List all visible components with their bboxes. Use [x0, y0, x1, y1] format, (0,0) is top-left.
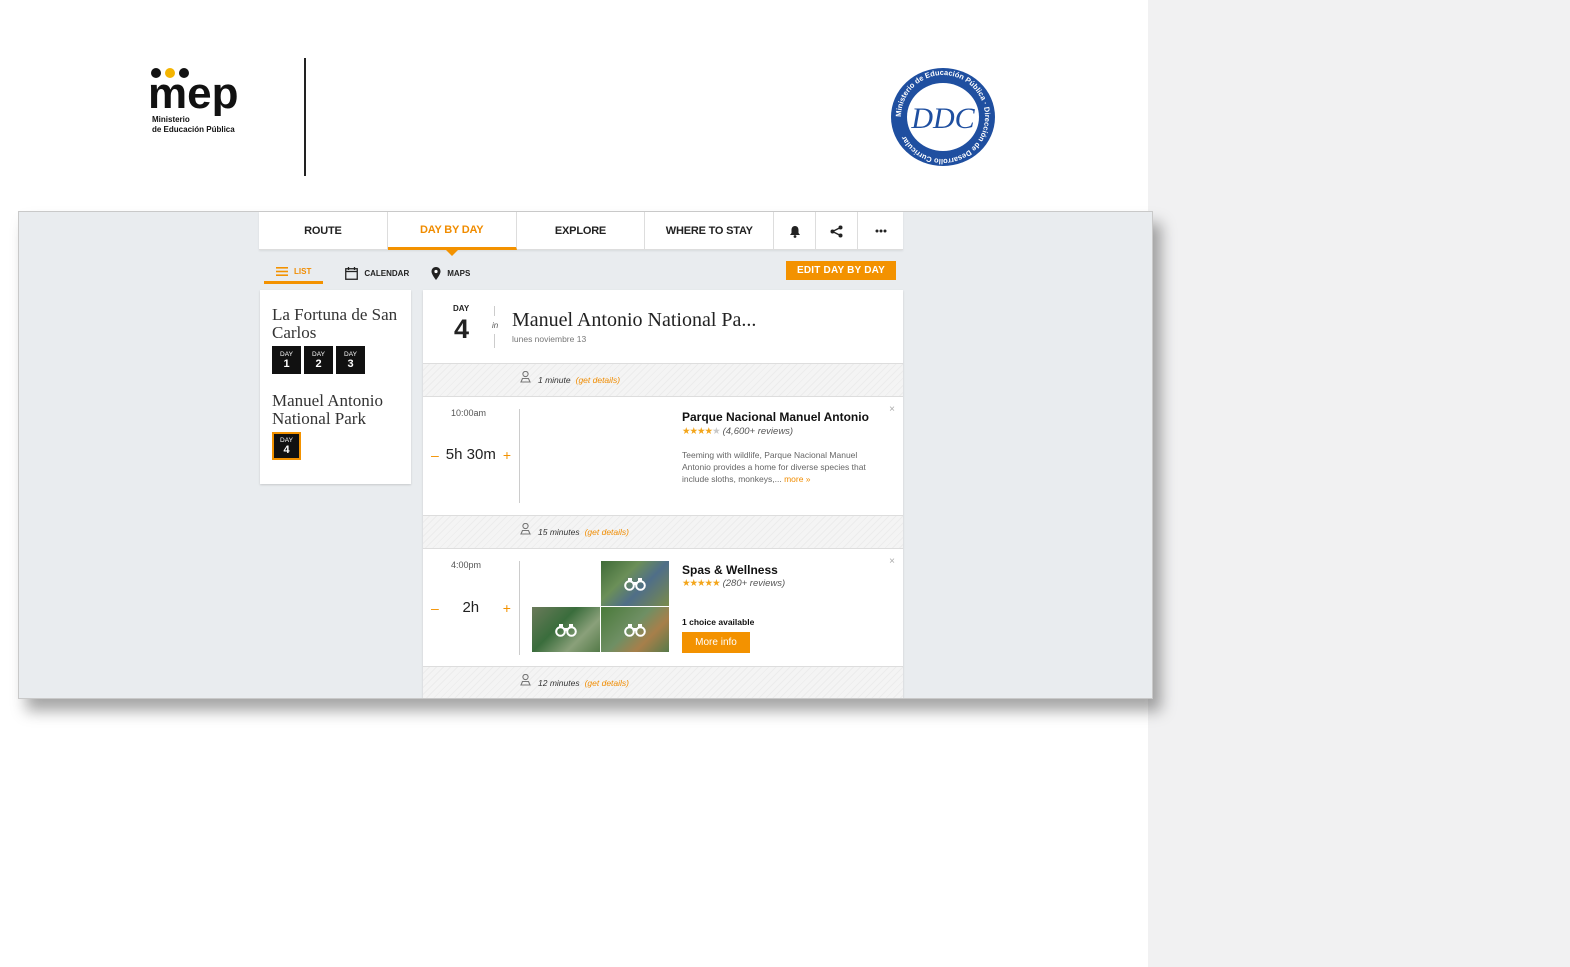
activity-divider [519, 409, 520, 503]
mep-subtitle: Ministerio de Educación Pública [152, 115, 235, 134]
mep-logo-mark: mep [148, 68, 238, 116]
view-switcher: LIST CALENDAR MAPS [264, 262, 492, 284]
get-details-link[interactable]: (get details) [585, 678, 629, 688]
day-chip-4[interactable]: DAY 4 [272, 432, 301, 460]
day-header-divider [494, 334, 495, 348]
decrease-duration-button[interactable]: – [431, 600, 439, 616]
increase-duration-button[interactable]: + [503, 447, 511, 463]
map-pin-icon [431, 266, 441, 280]
activity-rating: ★★★★★ (280+ reviews) [682, 578, 785, 589]
activity-name[interactable]: Parque Nacional Manuel Antonio [682, 410, 869, 424]
activity-card: 4:00pm – 2h + × Spas & Wellness ★★★★★ (28… [423, 549, 903, 667]
travel-time: 1 minute [538, 375, 571, 385]
activity-photo[interactable] [601, 561, 669, 606]
day-chip-1[interactable]: DAY 1 [272, 346, 301, 374]
star-rating-icon: ★★★★★ [682, 578, 721, 589]
tab-explore[interactable]: EXPLORE [517, 212, 646, 250]
view-calendar-label: CALENDAR [364, 268, 410, 278]
travel-time: 15 minutes [538, 527, 580, 537]
activity-name[interactable]: Spas & Wellness [682, 563, 778, 577]
day-in-label: in [492, 321, 499, 330]
svg-text:mep: mep [148, 69, 238, 116]
tab-route[interactable]: ROUTE [259, 212, 388, 250]
remove-activity-button[interactable]: × [889, 404, 895, 415]
right-margin-panel [1148, 0, 1570, 967]
activity-photo[interactable] [601, 607, 669, 652]
increase-duration-button[interactable]: + [503, 600, 511, 616]
travel-segment: 15 minutes (get details) [423, 516, 903, 549]
bell-icon[interactable] [774, 212, 817, 250]
tab-where-to-stay[interactable]: WHERE TO STAY [645, 212, 775, 250]
top-tab-bar: ROUTE DAY BY DAY EXPLORE WHERE TO STAY [259, 212, 903, 256]
share-icon[interactable] [816, 212, 859, 250]
view-calendar[interactable]: CALENDAR [345, 262, 409, 284]
travel-segment: 1 minute (get details) [423, 364, 903, 397]
view-maps-label: MAPS [447, 268, 471, 278]
travel-time: 12 minutes [538, 678, 580, 688]
duration-stepper: – 5h 30m + [431, 446, 511, 463]
star-rating-icon: ★★★★★ [682, 426, 721, 437]
choice-availability: 1 choice available [682, 617, 755, 627]
binoculars-icon [624, 577, 646, 591]
activity-description: Teeming with wildlife, Parque Nacional M… [682, 450, 866, 484]
more-link[interactable]: more » [784, 474, 810, 484]
activity-start-time: 4:00pm [451, 560, 482, 570]
destination-days: DAY 4 [272, 432, 411, 460]
view-list[interactable]: LIST [264, 262, 324, 284]
get-details-link[interactable]: (get details) [585, 527, 629, 537]
view-maps[interactable]: MAPS [431, 262, 470, 284]
day-label: DAY [453, 304, 470, 313]
day-chip-3[interactable]: DAY 3 [336, 346, 365, 374]
day-number: 4 [454, 314, 470, 344]
activity-start-time: 10:00am [451, 408, 487, 418]
binoculars-icon [555, 623, 577, 637]
binoculars-icon [624, 623, 646, 637]
travel-segment: 12 minutes (get details) [423, 667, 903, 698]
itinerary-screenshot: ROUTE DAY BY DAY EXPLORE WHERE TO STAY L… [18, 211, 1153, 699]
day-detail-panel: DAY 4 in Manuel Antonio National Pa... l… [423, 290, 903, 698]
activity-duration: 5h 30m [445, 446, 496, 463]
remove-activity-button[interactable]: × [889, 556, 895, 567]
calendar-icon [345, 266, 359, 280]
activity-duration: 2h [462, 599, 480, 616]
ddc-seal-logo: Ministerio de Educación Pública · Direcc… [889, 66, 997, 168]
review-count: (4,600+ reviews) [722, 426, 794, 437]
edit-day-by-day-button[interactable]: EDIT DAY BY DAY [786, 261, 896, 280]
destinations-list: La Fortuna de San Carlos DAY 1 DAY 2 DAY 3 … [260, 290, 411, 484]
decrease-duration-button[interactable]: – [431, 447, 439, 463]
day-destination-title: Manuel Antonio National Pa... [512, 309, 757, 331]
review-count: (280+ reviews) [722, 578, 786, 589]
destination-name[interactable]: Manuel Antonio National Park [272, 392, 411, 428]
more-icon[interactable] [858, 212, 903, 250]
activity-card: 10:00am – 5h 30m + × Parque Nacional Man… [423, 397, 903, 516]
tab-day-by-day[interactable]: DAY BY DAY [387, 212, 517, 256]
day-chip-2[interactable]: DAY 2 [304, 346, 333, 374]
person-pin-icon [520, 674, 531, 686]
duration-stepper: – 2h + [431, 599, 511, 616]
svg-text:DDC: DDC [910, 102, 975, 135]
more-info-button[interactable]: More info [682, 632, 750, 653]
destination-name[interactable]: La Fortuna de San Carlos [272, 306, 411, 342]
mep-logo: mep Ministerio de Educación Pública [146, 66, 258, 136]
destination-days: DAY 1 DAY 2 DAY 3 [272, 346, 411, 374]
day-date: lunes noviembre 13 [512, 334, 587, 344]
activity-rating: ★★★★★ (4,600+ reviews) [682, 426, 793, 437]
day-header: DAY 4 in Manuel Antonio National Pa... l… [423, 290, 903, 364]
get-details-link[interactable]: (get details) [576, 375, 620, 385]
header-divider [304, 58, 306, 176]
activity-divider [519, 561, 520, 655]
view-list-label: LIST [294, 267, 312, 276]
person-pin-icon [520, 371, 531, 383]
day-header-divider [494, 306, 495, 316]
activity-photo[interactable] [532, 607, 600, 652]
person-pin-icon [520, 523, 531, 535]
list-icon [276, 267, 288, 276]
